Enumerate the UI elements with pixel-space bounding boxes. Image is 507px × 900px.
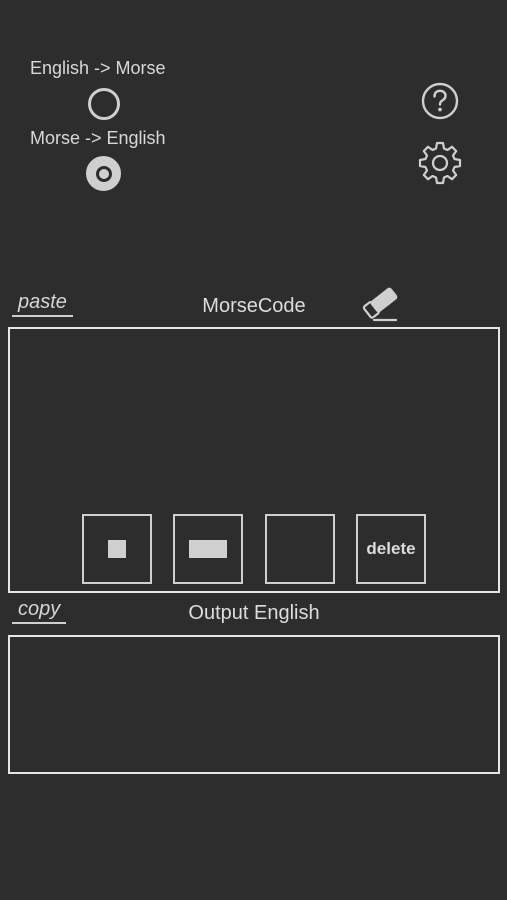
dot-symbol (108, 540, 126, 558)
delete-key-label: delete (366, 539, 416, 558)
paste-link[interactable]: paste (12, 291, 73, 317)
delete-key-button[interactable]: delete (356, 514, 426, 584)
gear-icon[interactable] (418, 141, 462, 185)
output-section-title: Output English (188, 602, 320, 624)
eraser-icon[interactable] (360, 279, 406, 325)
radio-selected-indicator (95, 165, 112, 182)
dash-key-button[interactable] (173, 514, 243, 584)
help-icon[interactable] (420, 81, 460, 121)
english-output-panel[interactable] (8, 635, 500, 774)
mode-morse-to-english-radio[interactable] (86, 156, 121, 191)
mode-morse-to-english-label: Morse -> English (30, 128, 166, 148)
mode-english-to-morse-label: English -> Morse (30, 58, 166, 78)
mode-english-to-morse-radio[interactable] (88, 88, 120, 120)
copy-link[interactable]: copy (12, 598, 67, 624)
input-section-title: MorseCode (202, 295, 306, 317)
dot-key-button[interactable] (82, 514, 152, 584)
dash-symbol (189, 540, 227, 558)
space-key-button[interactable] (265, 514, 335, 584)
